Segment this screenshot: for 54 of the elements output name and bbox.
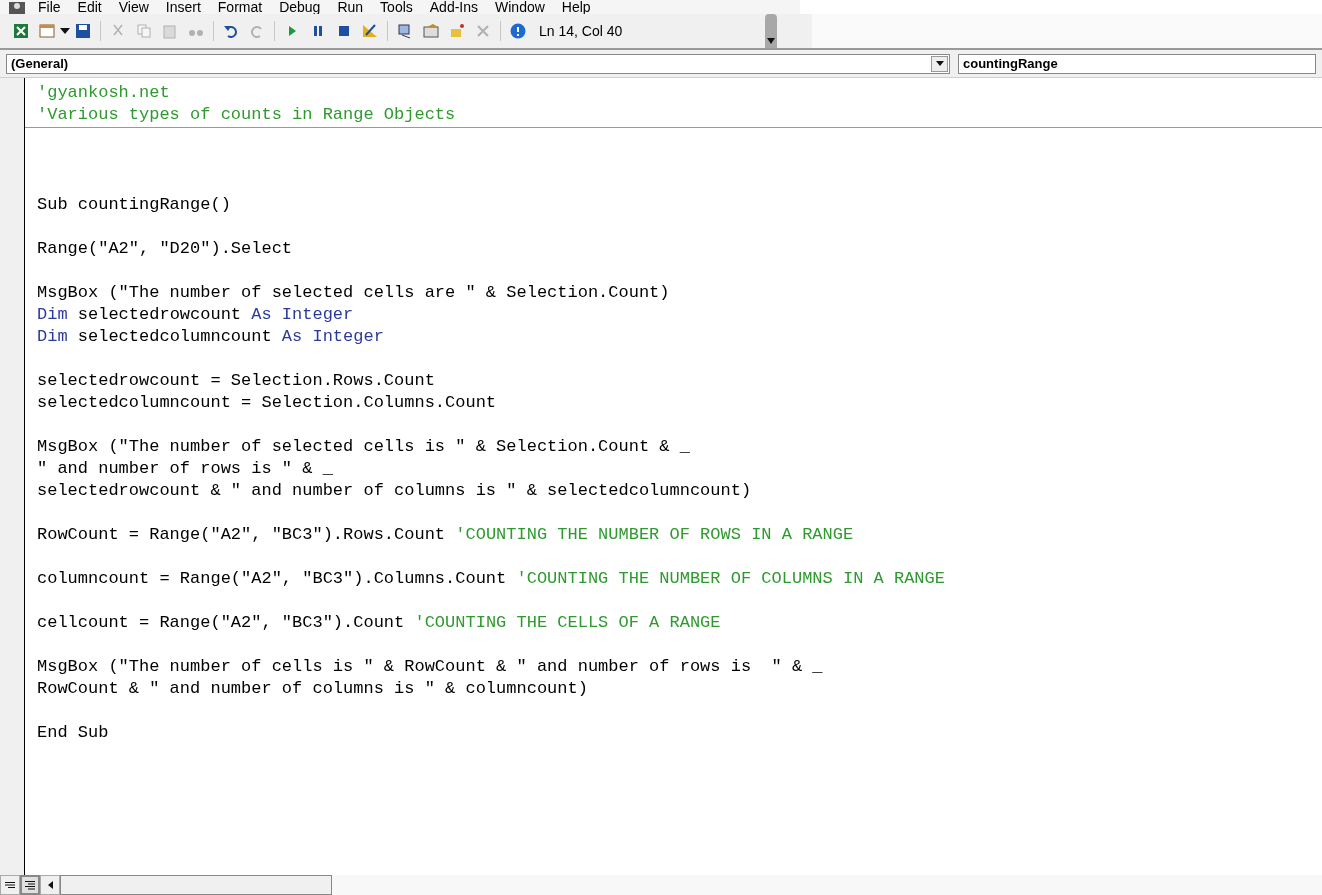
- menu-item[interactable]: View: [118, 0, 149, 14]
- object-dropdown[interactable]: (General): [6, 53, 950, 74]
- code-line: RowCount & " and number of columns is " & columncount): [37, 678, 589, 700]
- properties-icon[interactable]: [423, 23, 439, 39]
- left-arrow-icon: [47, 881, 53, 889]
- procedure-view-button[interactable]: [0, 875, 20, 895]
- code-line: cellcount = Range("A2", "BC3").Count 'COUNTING THE CELLS OF A RANGE: [37, 612, 722, 634]
- caret-icon: [767, 38, 775, 44]
- code-line: MsgBox ("The number of selected cells is " & Selection.Count & _: [37, 436, 691, 458]
- menu-item[interactable]: Tools: [380, 0, 413, 14]
- project-explorer-icon[interactable]: [397, 23, 413, 39]
- procedure-dropdown[interactable]: countingRange: [958, 53, 1316, 74]
- scroll-left-button[interactable]: [40, 875, 60, 895]
- code-line: columncount = Range("A2", "BC3").Columns.Count 'COUNTING THE NUMBER OF COLUMNS IN A RANGE: [37, 568, 946, 590]
- menu-item[interactable]: Format: [217, 0, 263, 14]
- menu-item[interactable]: Edit: [77, 0, 102, 14]
- code-line: End Sub: [37, 722, 110, 744]
- toolbar-options-button[interactable]: [765, 14, 777, 48]
- object-browser-icon[interactable]: [449, 23, 465, 39]
- app-icon[interactable]: [8, 2, 26, 14]
- full-module-view-button[interactable]: [20, 875, 40, 895]
- excel-icon[interactable]: [13, 23, 29, 39]
- code-line: 'Various types of counts in Range Objects: [37, 104, 457, 126]
- code-line: " and number of rows is " & _: [37, 458, 334, 480]
- menu-item[interactable]: Debug: [279, 0, 321, 14]
- code-line: Dim selectedrowcount As Integer: [37, 304, 355, 326]
- code-line: MsgBox ("The number of selected cells are " & Selection.Count): [37, 282, 671, 304]
- help-icon[interactable]: [510, 23, 526, 39]
- undo-icon[interactable]: [223, 23, 239, 39]
- form-icon[interactable]: [39, 23, 55, 39]
- menu-item[interactable]: Help: [561, 0, 591, 14]
- code-line: MsgBox ("The number of cells is " & RowCount & " and number of rows is " & _: [37, 656, 824, 678]
- code-line: 'gyankosh.net: [37, 82, 171, 104]
- lines-icon: [5, 882, 15, 888]
- design-mode-icon[interactable]: [362, 23, 378, 39]
- dropdown-arrow-icon: [935, 61, 944, 66]
- code-line: selectedcolumncount = Selection.Columns.Count: [37, 392, 498, 414]
- code-line: Dim selectedcolumncount As Integer: [37, 326, 385, 348]
- dropdown-caret-icon[interactable]: [60, 28, 70, 34]
- code-line: RowCount = Range("A2", "BC3").Rows.Count 'COUNTING THE NUMBER OF ROWS IN A RANGE: [37, 524, 855, 546]
- menu-item[interactable]: Window: [495, 0, 545, 14]
- menu-item[interactable]: Add-Ins: [429, 0, 479, 14]
- lines-icon: [25, 880, 35, 890]
- menu-item[interactable]: Run: [337, 0, 364, 14]
- code-line: selectedrowcount = Selection.Rows.Count: [37, 370, 436, 392]
- code-line: Sub countingRange(): [37, 194, 232, 216]
- cursor-position: Ln 14, Col 40: [539, 21, 624, 41]
- horizontal-scrollbar-thumb[interactable]: [60, 875, 332, 895]
- menu-item[interactable]: Insert: [165, 0, 201, 14]
- code-line: Range("A2", "D20").Select: [37, 238, 294, 260]
- stop-icon[interactable]: [336, 23, 352, 39]
- save-icon[interactable]: [75, 23, 91, 39]
- menu-item[interactable]: File: [38, 0, 61, 14]
- code-line: selectedrowcount & " and number of columns is " & selectedcolumncount): [37, 480, 753, 502]
